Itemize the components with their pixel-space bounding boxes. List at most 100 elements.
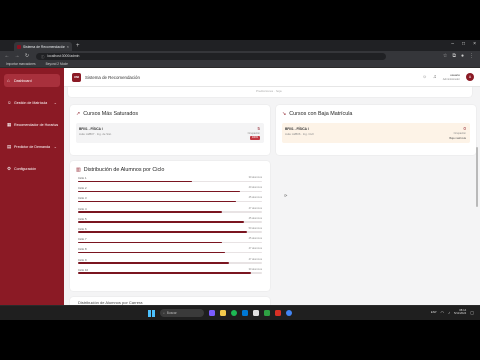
progress-track <box>78 251 262 254</box>
user-info: usuario Administrador <box>443 73 460 81</box>
edge-icon[interactable] <box>242 310 248 316</box>
forward-icon[interactable]: → <box>14 53 20 59</box>
cycle-value: 40 alumnos <box>248 186 262 190</box>
star-icon[interactable]: ☆ <box>443 53 447 59</box>
favicon-icon <box>17 44 21 49</box>
bar-chart-icon: ▥ <box>76 167 81 173</box>
reload-icon[interactable]: ↻ <box>24 53 30 59</box>
cycle-label: Ciclo 5 <box>78 216 87 221</box>
page-scrollbar[interactable] <box>476 147 478 207</box>
spotify-icon[interactable] <box>231 310 237 316</box>
chart-icon: ▤ <box>7 143 12 149</box>
card-header: ↘ Cursos con Baja Matrícula <box>282 111 352 117</box>
tab-close-icon[interactable]: × <box>67 44 69 49</box>
url-field[interactable]: ⓘ localhost:3000/admin <box>36 52 386 60</box>
new-tab-button[interactable]: + <box>76 42 80 50</box>
sidebar-item-dashboard[interactable]: ⌂ Dashboard <box>4 74 60 87</box>
bookmark-item[interactable]: Importar marcadores <box>6 62 36 66</box>
volume-icon[interactable]: ♪ <box>448 310 450 315</box>
progress-fill <box>78 231 248 234</box>
wifi-icon[interactable]: ◠ <box>440 310 444 315</box>
cycle-value: 47 alumnos <box>248 247 262 251</box>
notification-icon[interactable]: ▢ <box>470 310 474 315</box>
sidebar-item-label: Predictor de Demanda <box>14 144 50 149</box>
clock-date: 5/11/2024 <box>453 311 467 316</box>
cycle-value: 47 alumnos <box>248 257 262 261</box>
cycle-list: Ciclo 1 30 alumnos Ciclo 2 40 alumnos Ciclo … <box>76 176 264 278</box>
progress-fill <box>78 180 193 183</box>
header-actions: ☼ ♫ usuario Administrador A <box>422 73 474 81</box>
course-item[interactable]: BFI01 - FÍSICA I Aula: A2B07 · Ing. de S… <box>76 123 264 143</box>
cycle-label: Ciclo 2 <box>78 186 87 191</box>
windows-start-icon[interactable] <box>148 309 155 317</box>
input-language[interactable]: ESP <box>431 310 437 314</box>
file-explorer-icon[interactable] <box>220 310 226 316</box>
system-tray: ESP ◠ ♪ 08:14 5/11/2024 ▢ <box>431 308 474 316</box>
card-header: ▥ Distribución de Alumnos por Ciclo <box>76 167 164 173</box>
sidebar-item-recomendador[interactable]: ▦ Recomendador de Horarios ⌄ <box>4 118 60 131</box>
cycle-value: 50 alumnos <box>248 226 262 230</box>
cycle-value: 30 alumnos <box>248 176 262 179</box>
taskbar: ⌕ Buscar ESP ◠ ♪ 08:14 5/11/2024 ▢ <box>0 305 480 320</box>
cycle-row: Ciclo 7 45 alumnos <box>76 237 264 247</box>
users-icon: ☺ <box>7 100 12 105</box>
browser-actions: ☆ ⧉ ● ⋮ <box>443 53 474 59</box>
app-icon[interactable] <box>275 310 281 316</box>
course-count-label: Ocupación <box>453 131 466 135</box>
cycle-label: Ciclo 9 <box>78 257 87 262</box>
card-title: Cursos con Baja Matrícula <box>289 111 353 117</box>
status-badge: Baja matrícula <box>449 136 466 140</box>
cycle-row: Ciclo 5 45 alumnos <box>76 217 264 227</box>
browser-tab[interactable]: Sistema de Recomendación · UNI × <box>14 42 72 51</box>
extensions-icon[interactable]: ⧉ <box>452 53 456 59</box>
bookmark-item[interactable]: Beyond 2 Mode <box>46 62 68 66</box>
progress-fill <box>78 262 229 264</box>
close-window-button[interactable]: × <box>473 41 476 47</box>
sidebar-item-label: Gestión de Matrícula <box>14 100 48 105</box>
avatar[interactable]: A <box>466 73 474 81</box>
chrome-icon[interactable] <box>286 310 292 316</box>
clock[interactable]: 08:14 5/11/2024 <box>453 308 467 316</box>
course-item[interactable]: BFI01 - FÍSICA I Aula: A2B06 · Ing. Civi… <box>282 123 470 143</box>
sidebar-item-predictor[interactable]: ▤ Predictor de Demanda ⌄ <box>4 140 60 153</box>
search-placeholder: Buscar <box>166 311 177 315</box>
cycle-label: Ciclo 7 <box>78 237 87 242</box>
progress-track <box>78 190 262 193</box>
progress-fill <box>78 211 222 213</box>
status-badge: 100% <box>249 136 260 140</box>
app-icon[interactable] <box>264 310 270 316</box>
theme-toggle-icon[interactable]: ☼ <box>422 74 427 80</box>
menu-icon[interactable]: ⋮ <box>469 53 474 59</box>
tab-title: Sistema de Recomendación · UNI <box>23 44 65 49</box>
minimize-button[interactable]: – <box>451 41 454 47</box>
info-icon[interactable]: ⓘ <box>41 54 44 59</box>
home-icon: ⌂ <box>7 78 10 83</box>
card-title: Cursos Más Saturados <box>83 111 139 117</box>
maximize-button[interactable]: □ <box>462 41 465 47</box>
window-controls: – □ × <box>451 41 476 47</box>
chevron-down-icon: ⌄ <box>53 122 57 127</box>
sidebar-item-label: Dashboard <box>14 78 32 83</box>
app-icon[interactable] <box>209 310 215 316</box>
cycle-label: Ciclo 3 <box>78 196 87 201</box>
progress-track <box>78 180 262 183</box>
profile-icon[interactable]: ● <box>461 53 464 59</box>
bell-icon[interactable]: ♫ <box>433 74 437 80</box>
sidebar-item-configuracion[interactable]: ⚙ Configuración <box>4 162 60 175</box>
app-icon[interactable] <box>253 310 259 316</box>
progress-track <box>78 221 262 223</box>
bookmarks-bar: Importar marcadores Beyond 2 Mode <box>0 61 480 68</box>
back-icon[interactable]: ← <box>4 53 10 59</box>
card-header: ↗ Cursos Más Saturados <box>76 111 138 117</box>
cycle-row: Ciclo 4 47 alumnos <box>76 207 264 217</box>
cycle-value: 45 alumnos <box>248 196 262 200</box>
chevron-down-icon: ⌄ <box>53 144 57 149</box>
taskbar-search[interactable]: ⌕ Buscar <box>160 309 204 317</box>
screen: Sistema de Recomendación · UNI × + – □ ×… <box>0 40 480 320</box>
sidebar-item-label: Recomendador de Horarios <box>14 122 59 127</box>
sidebar-item-gestion-matricula[interactable]: ☺ Gestión de Matrícula ⌄ <box>4 96 60 109</box>
app: ⌂ Dashboard ☺ Gestión de Matrícula ⌄ ▦ R… <box>0 68 480 305</box>
app-header: UNI Sistema de Recomendación ☼ ♫ usuario… <box>64 68 480 87</box>
cycle-value: 45 alumnos <box>248 237 262 241</box>
course-count: 5 <box>257 126 260 131</box>
